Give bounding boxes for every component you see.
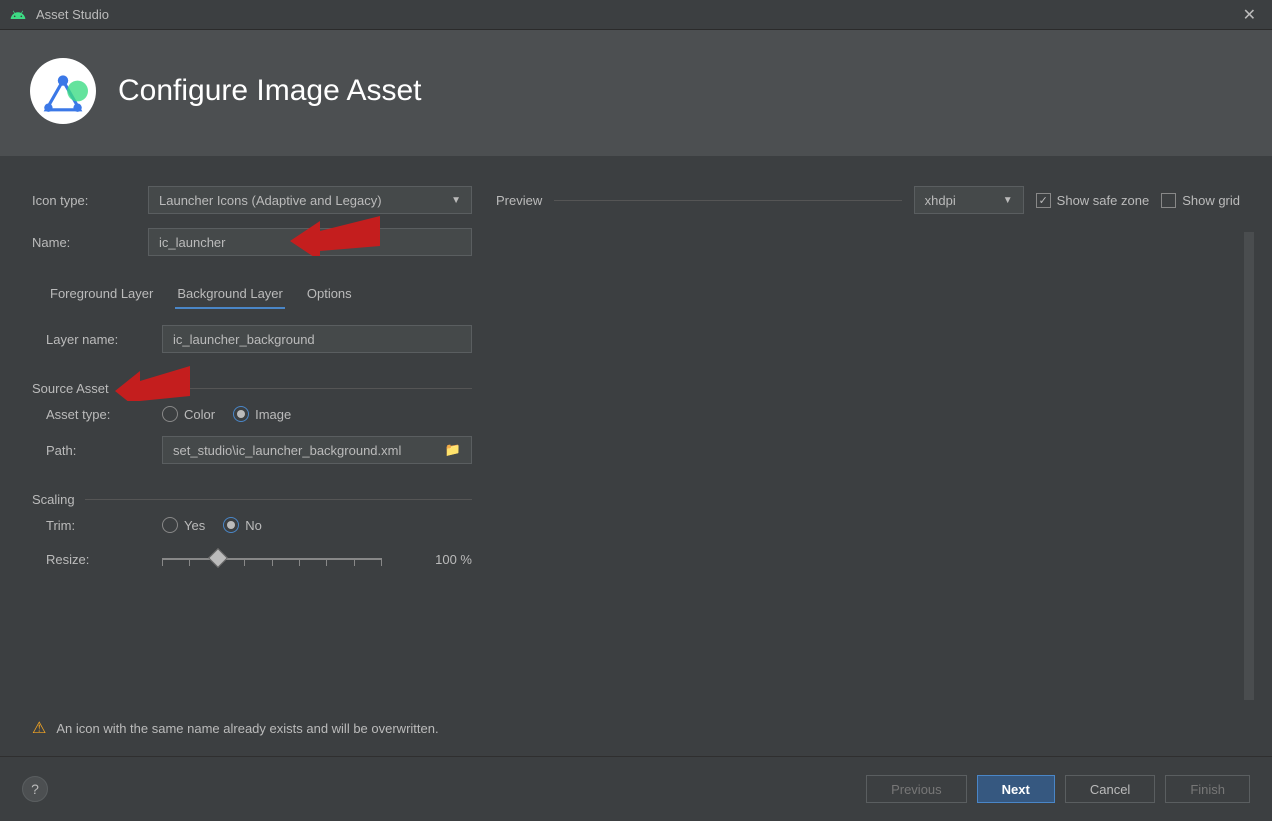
source-asset-section: Source Asset — [32, 381, 472, 396]
radio-color[interactable]: Color — [162, 406, 215, 422]
icon-type-dropdown[interactable]: Launcher Icons (Adaptive and Legacy) ▼ — [148, 186, 472, 214]
asset-studio-window: Asset Studio ✕ Configure Image Asset Ico… — [0, 0, 1272, 821]
close-icon[interactable]: ✕ — [1237, 5, 1262, 25]
icon-type-label: Icon type: — [32, 193, 148, 208]
trim-label: Trim: — [32, 518, 162, 533]
icon-type-value: Launcher Icons (Adaptive and Legacy) — [159, 193, 382, 208]
checkbox-show-grid[interactable]: Show grid — [1161, 193, 1240, 208]
radio-trim-yes[interactable]: Yes — [162, 517, 205, 533]
finish-button[interactable]: Finish — [1165, 775, 1250, 803]
tab-options[interactable]: Options — [305, 280, 354, 309]
layer-tabs: Foreground Layer Background Layer Option… — [32, 280, 472, 309]
content-area: Icon type: Launcher Icons (Adaptive and … — [0, 156, 1272, 700]
scaling-section: Scaling — [32, 492, 472, 507]
title-bar: Asset Studio ✕ — [0, 0, 1272, 30]
cancel-button[interactable]: Cancel — [1065, 775, 1155, 803]
preview-panel: Preview xhdpi ▼ ✓ Show safe zone Show gr… — [496, 186, 1240, 700]
checkbox-show-safe-zone[interactable]: ✓ Show safe zone — [1036, 193, 1150, 208]
folder-icon[interactable]: 📁 — [445, 442, 461, 458]
path-input[interactable]: set_studio\ic_launcher_background.xml 📁 — [162, 436, 472, 464]
path-label: Path: — [32, 443, 162, 458]
page-banner: Configure Image Asset — [0, 30, 1272, 156]
chevron-down-icon: ▼ — [451, 195, 461, 206]
resize-slider[interactable] — [162, 547, 382, 571]
asset-type-label: Asset type: — [32, 407, 162, 422]
name-input[interactable] — [148, 228, 472, 256]
layer-name-input[interactable] — [162, 325, 472, 353]
radio-image[interactable]: Image — [233, 406, 291, 422]
android-icon — [10, 7, 26, 23]
tab-foreground-layer[interactable]: Foreground Layer — [48, 280, 155, 309]
tab-background-layer[interactable]: Background Layer — [175, 280, 285, 309]
dialog-footer: ? Previous Next Cancel Finish — [0, 756, 1272, 821]
radio-trim-no[interactable]: No — [223, 517, 262, 533]
name-label: Name: — [32, 235, 148, 250]
page-title: Configure Image Asset — [118, 74, 422, 108]
warning-icon: ⚠ — [32, 718, 46, 738]
config-panel: Icon type: Launcher Icons (Adaptive and … — [32, 186, 472, 700]
chevron-down-icon: ▼ — [1003, 195, 1013, 206]
next-button[interactable]: Next — [977, 775, 1055, 803]
preview-label: Preview — [496, 193, 542, 208]
previous-button[interactable]: Previous — [866, 775, 967, 803]
resize-value: 100 % — [435, 552, 472, 567]
trim-radio-group: Yes No — [162, 517, 262, 533]
density-value: xhdpi — [925, 193, 956, 208]
window-title: Asset Studio — [36, 7, 1237, 22]
density-dropdown[interactable]: xhdpi ▼ — [914, 186, 1024, 214]
layer-name-label: Layer name: — [32, 332, 162, 347]
warning-message: ⚠ An icon with the same name already exi… — [0, 700, 1272, 756]
asset-type-radio-group: Color Image — [162, 406, 291, 422]
resize-label: Resize: — [32, 552, 162, 567]
help-button[interactable]: ? — [22, 776, 48, 802]
preview-scrollbar[interactable] — [1244, 232, 1254, 700]
asset-studio-logo-icon — [30, 58, 96, 124]
